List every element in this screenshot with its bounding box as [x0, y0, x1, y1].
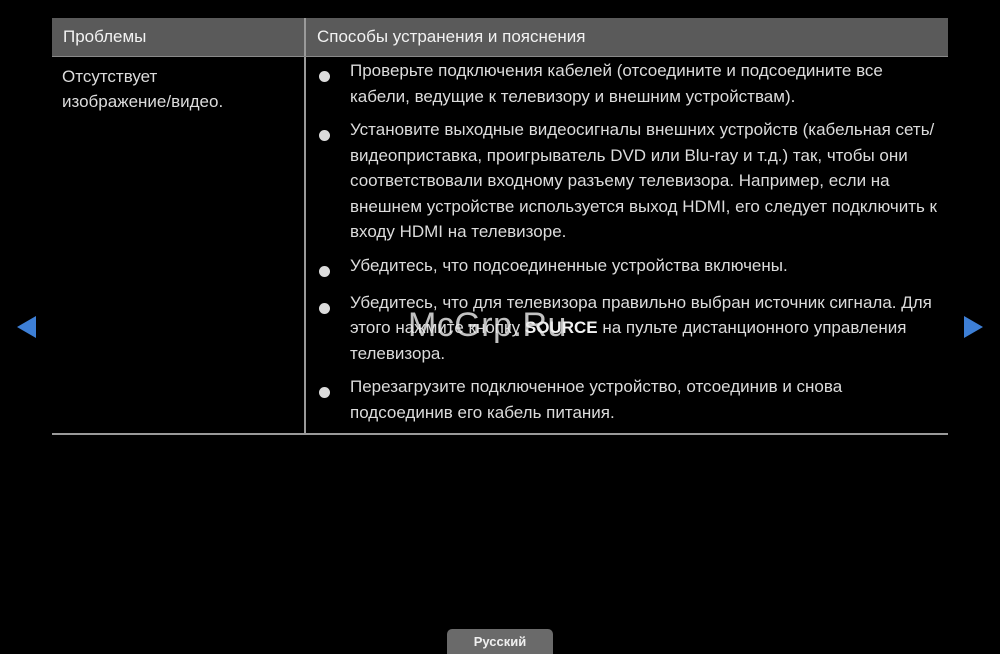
solution-item: Проверьте подключения кабелей (отсоедини… — [306, 58, 948, 109]
bullet-icon — [306, 121, 350, 146]
triangle-left-icon[interactable] — [17, 316, 36, 338]
solutions-cell: Проверьте подключения кабелей (отсоедини… — [306, 57, 948, 433]
solution-text: Проверьте подключения кабелей (отсоедини… — [350, 61, 883, 106]
solution-text: Перезагрузите подключенное устройство, о… — [350, 377, 843, 422]
solution-item: Убедитесь, что подсоединенные устройства… — [306, 253, 948, 282]
table-header: Проблемы Способы устранения и пояснения — [52, 18, 948, 57]
solution-text: Убедитесь, что подсоединенные устройства… — [350, 255, 788, 275]
header-problems: Проблемы — [52, 18, 306, 56]
language-tab: Русский — [447, 629, 553, 654]
solution-item: Убедитесь, что для телевизора правильно … — [306, 290, 948, 367]
bullet-icon — [306, 62, 350, 87]
solution-text: Установите выходные видеосигналы внешних… — [350, 120, 937, 241]
table-row: Отсутствует изображение/видео. Проверьте… — [52, 57, 948, 435]
solution-item: Установите выходные видеосигналы внешних… — [306, 117, 948, 245]
bullet-icon — [306, 257, 350, 282]
problem-cell: Отсутствует изображение/видео. — [52, 57, 306, 433]
bullet-icon — [306, 378, 350, 403]
manual-page: Проблемы Способы устранения и пояснения … — [0, 0, 1000, 654]
header-solutions: Способы устранения и пояснения — [317, 27, 586, 46]
bullet-icon — [306, 294, 350, 319]
troubleshooting-table: Проблемы Способы устранения и пояснения … — [52, 18, 948, 435]
source-button-label: SOURCE — [524, 318, 598, 337]
solution-item: Перезагрузите подключенное устройство, о… — [306, 374, 948, 425]
solution-text: Убедитесь, что для телевизора правильно … — [350, 290, 948, 367]
triangle-right-icon[interactable] — [964, 316, 983, 338]
